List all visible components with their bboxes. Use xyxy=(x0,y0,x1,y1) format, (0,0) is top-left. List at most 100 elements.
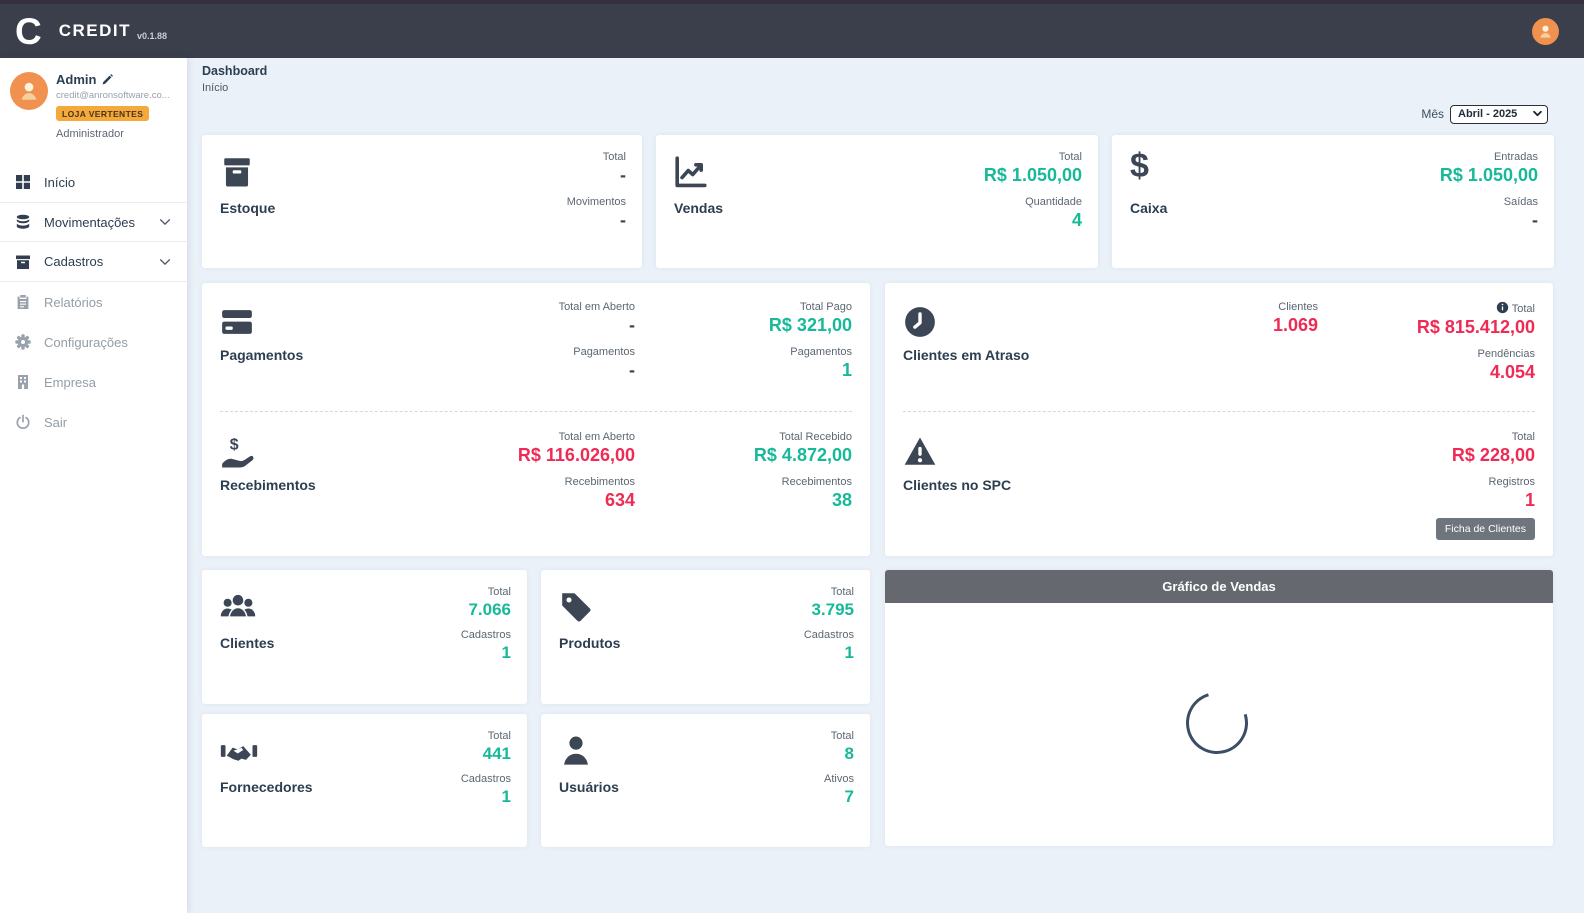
sidebar: Admin credit@anronsoftware.co... LOJA VE… xyxy=(0,58,187,913)
sidebar-item-empresa[interactable]: Empresa xyxy=(0,362,187,402)
stat-label: Recebimentos xyxy=(754,476,852,488)
profile-section: Admin credit@anronsoftware.co... LOJA VE… xyxy=(0,58,187,146)
svg-text:$: $ xyxy=(230,436,239,453)
stat-label: Cadastros xyxy=(804,629,854,641)
clipboard-icon xyxy=(15,294,31,310)
card-title: Estoque xyxy=(220,200,275,216)
chevron-down-icon xyxy=(158,255,172,269)
stat-value: - xyxy=(1440,209,1538,232)
stat-label: Total xyxy=(461,730,511,742)
stat-label: Total xyxy=(1512,303,1535,315)
stat-value: - xyxy=(559,314,635,337)
card-title: Pagamentos xyxy=(220,347,303,363)
chevron-down-icon xyxy=(158,215,172,229)
warning-triangle-icon xyxy=(903,435,937,469)
profile-avatar[interactable] xyxy=(10,72,48,110)
stat-value: 38 xyxy=(754,489,852,512)
info-icon[interactable] xyxy=(1496,301,1509,314)
ficha-de-clientes-button[interactable]: Ficha de Clientes xyxy=(1436,518,1535,540)
stat-label: Total em Aberto xyxy=(559,301,635,313)
card-produtos: Produtos Total 3.795 Cadastros 1 xyxy=(541,570,870,704)
month-label: Mês xyxy=(1421,107,1444,121)
stat-label: Ativos xyxy=(824,773,854,785)
card-title: Vendas xyxy=(674,200,723,216)
stat-label: Cadastros xyxy=(461,773,511,785)
sidebar-item-movimentacoes[interactable]: Movimentações xyxy=(0,202,187,242)
page-title: Dashboard xyxy=(202,64,267,78)
card-title: Fornecedores xyxy=(220,779,313,795)
building-icon xyxy=(15,374,31,390)
stat-value: R$ 116.026,00 xyxy=(518,444,635,467)
sidebar-item-inicio[interactable]: Início xyxy=(0,162,187,202)
users-icon xyxy=(220,590,256,624)
section-pagamentos: Pagamentos Total em Aberto - Pagamentos … xyxy=(202,283,870,411)
sidebar-menu: Início Movimentações Cadastros Relatório… xyxy=(0,162,187,442)
sidebar-item-label: Movimentações xyxy=(44,215,135,230)
person-icon xyxy=(17,79,41,103)
stat-label: Total xyxy=(1452,431,1535,443)
card-title: Clientes no SPC xyxy=(903,477,1011,493)
stat-value: R$ 1.050,00 xyxy=(984,164,1082,187)
stat-label: Total xyxy=(804,586,854,598)
person-icon xyxy=(1537,23,1554,40)
user-menu-avatar[interactable] xyxy=(1532,18,1559,45)
card-title: Clientes xyxy=(220,635,274,651)
store-badge: LOJA VERTENTES xyxy=(56,106,149,121)
stat-value: 4.054 xyxy=(1417,361,1535,384)
card-clientes: Clientes Total 7.066 Cadastros 1 xyxy=(202,570,527,704)
chart-line-icon xyxy=(674,155,708,189)
tag-icon xyxy=(559,590,593,624)
card-grafico-vendas: Gráfico de Vendas xyxy=(885,570,1553,846)
app-logo[interactable]: C xyxy=(15,13,42,50)
stat-value: - xyxy=(567,164,626,187)
stat-value: R$ 815.412,00 xyxy=(1417,316,1535,339)
profile-role: Administrador xyxy=(56,128,170,140)
dollar-icon: $ xyxy=(1130,149,1164,183)
stat-label: Quantidade xyxy=(984,196,1082,208)
stat-value: 1 xyxy=(769,359,852,382)
stat-label: Total em Aberto xyxy=(518,431,635,443)
card-usuarios: Usuários Total 8 Ativos 7 xyxy=(541,714,870,847)
dashed-divider xyxy=(903,411,1535,412)
profile-name: Admin xyxy=(56,72,96,87)
app-bar: C CREDIT v0.1.88 xyxy=(0,4,1584,58)
card-estoque: Estoque Total - Movimentos - xyxy=(202,135,642,268)
database-icon xyxy=(15,214,31,230)
sidebar-item-sair[interactable]: Sair xyxy=(0,402,187,442)
stat-label: Pendências xyxy=(1417,348,1535,360)
gear-icon xyxy=(15,334,31,350)
stat-value: R$ 228,00 xyxy=(1452,444,1535,467)
sidebar-item-label: Empresa xyxy=(44,375,96,390)
box-icon xyxy=(220,155,254,189)
grid-icon xyxy=(15,174,31,190)
sidebar-item-configuracoes[interactable]: Configurações xyxy=(0,322,187,362)
sidebar-item-relatorios[interactable]: Relatórios xyxy=(0,282,187,322)
stat-value: - xyxy=(567,209,626,232)
app-version: v0.1.88 xyxy=(137,31,167,41)
sidebar-item-label: Cadastros xyxy=(44,254,103,269)
stat-value: 7.066 xyxy=(461,599,511,620)
sidebar-item-cadastros[interactable]: Cadastros xyxy=(0,242,187,282)
stat-value: R$ 321,00 xyxy=(769,314,852,337)
stat-value: R$ 4.872,00 xyxy=(754,444,852,467)
section-recebimentos: $ Recebimentos Total em Aberto R$ 116.02… xyxy=(202,413,870,556)
sidebar-item-label: Relatórios xyxy=(44,295,103,310)
stat-label: Entradas xyxy=(1440,151,1538,163)
stat-value: - xyxy=(559,359,635,382)
stat-label: Registros xyxy=(1452,476,1535,488)
clock-icon xyxy=(903,305,937,339)
handshake-icon xyxy=(220,734,258,768)
stat-value: R$ 1.050,00 xyxy=(1440,164,1538,187)
stat-label: Clientes xyxy=(1273,301,1318,313)
loading-spinner xyxy=(1175,681,1259,765)
hand-holding-dollar-icon: $ xyxy=(220,435,254,469)
stat-label: Total Recebido xyxy=(754,431,852,443)
chart-title: Gráfico de Vendas xyxy=(885,570,1553,603)
month-select[interactable]: Abril - 2025 xyxy=(1450,105,1548,124)
card-title: Clientes em Atraso xyxy=(903,347,1029,363)
stat-label: Total xyxy=(461,586,511,598)
breadcrumb: Início xyxy=(202,82,228,94)
edit-profile-icon[interactable] xyxy=(101,73,114,86)
card-vendas: Vendas Total R$ 1.050,00 Quantidade 4 xyxy=(656,135,1098,268)
stat-value: 634 xyxy=(518,489,635,512)
